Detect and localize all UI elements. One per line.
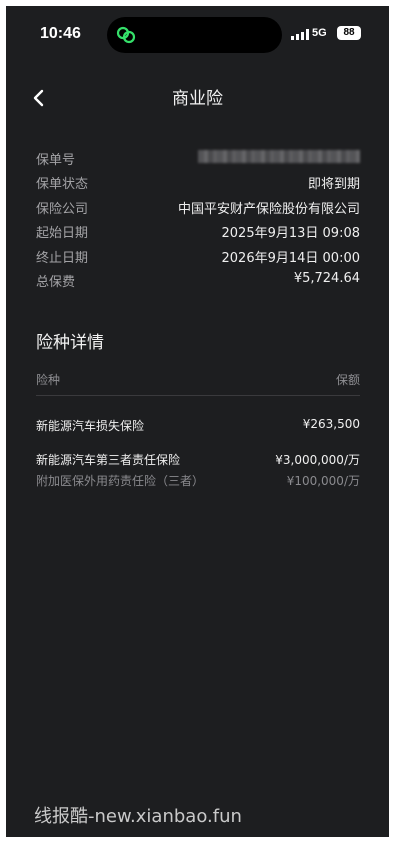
signal-icon <box>291 29 309 40</box>
phone-screen: 10:46 5G 88 商业险 保单号 保单状态 即将到期 保险公司 中国平安财… <box>6 6 389 837</box>
insurer-value: 中国平安财产保险股份有限公司 <box>177 201 360 217</box>
coverage-type-header: 险种 <box>36 373 61 387</box>
policy-status-value: 即将到期 <box>307 177 360 193</box>
total-premium-label: 总保费 <box>36 274 76 290</box>
policy-status-label: 保单状态 <box>36 177 89 193</box>
total-premium-value: ¥5,724.64 <box>293 270 360 286</box>
divider <box>36 395 360 396</box>
battery-icon: 88 <box>337 26 361 40</box>
insurer-row: 保险公司 中国平安财产保险股份有限公司 <box>36 196 360 220</box>
coverage-subitem-name: 附加医保外用药责任险（三者） <box>36 474 205 488</box>
coverage-section-title: 险种详情 <box>36 333 104 353</box>
start-date-value: 2025年9月13日 09:08 <box>221 226 361 242</box>
coverage-item-amount: ¥263,500 <box>302 417 360 431</box>
dynamic-island <box>107 17 282 53</box>
policy-status-row: 保单状态 即将到期 <box>36 171 360 195</box>
policy-number-label: 保单号 <box>36 153 76 168</box>
start-date-label: 起始日期 <box>36 226 89 242</box>
status-time: 10:46 <box>40 25 81 42</box>
policy-info: 保单号 保单状态 即将到期 保险公司 中国平安财产保险股份有限公司 起始日期 2… <box>36 147 360 293</box>
end-date-row: 终止日期 2026年9月14日 00:00 <box>36 245 360 269</box>
coverage-item-amount: ¥3,000,000/万 <box>275 453 360 467</box>
coverage-amount-header: 保额 <box>335 373 360 387</box>
page-title: 商业险 <box>172 89 223 109</box>
policy-number-row: 保单号 <box>36 147 360 171</box>
coverage-item-name: 新能源汽车第三者责任保险 <box>36 453 181 467</box>
total-premium-row: 总保费 ¥5,724.64 <box>36 269 360 293</box>
end-date-label: 终止日期 <box>36 250 89 266</box>
coverage-item-name: 新能源汽车损失保险 <box>36 419 145 433</box>
coverage-subitem-amount: ¥100,000/万 <box>286 474 360 488</box>
insurer-label: 保险公司 <box>36 201 89 217</box>
end-date-value: 2026年9月14日 00:00 <box>221 250 361 266</box>
policy-number-redacted <box>198 150 360 163</box>
start-date-row: 起始日期 2025年9月13日 09:08 <box>36 220 360 244</box>
watermark: 线报酷-new.xianbao.fun <box>34 806 242 827</box>
wechat-pay-icon <box>116 26 136 44</box>
network-type: 5G <box>312 27 327 39</box>
